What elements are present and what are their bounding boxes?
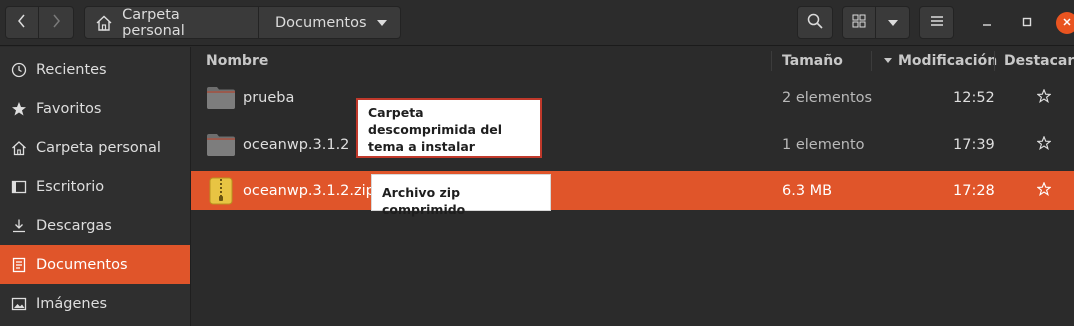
callout-extracted-folder: Carpeta descomprimida del tema a instala… xyxy=(356,98,542,158)
sidebar-item-recientes[interactable]: Recientes xyxy=(0,50,190,89)
sidebar: Recientes Favoritos Carpeta personal Esc… xyxy=(0,47,191,326)
chevron-left-icon xyxy=(17,13,27,33)
main-menu-button[interactable] xyxy=(919,6,954,39)
star-toggle[interactable] xyxy=(1036,171,1052,210)
grid-view-icon xyxy=(852,14,866,32)
maximize-icon xyxy=(1022,15,1032,31)
image-icon xyxy=(10,295,28,313)
star-outline-icon xyxy=(1036,87,1052,107)
file-size: 2 elementos xyxy=(782,89,873,106)
file-size: 6.3 MB xyxy=(782,182,833,199)
desktop-icon xyxy=(10,178,28,196)
sidebar-item-favoritos[interactable]: Favoritos xyxy=(0,89,190,128)
file-row-oceanwp-folder[interactable]: oceanwp.3.1.2 1 elemento 17:39 xyxy=(191,125,1074,164)
star-toggle[interactable] xyxy=(1036,125,1052,164)
close-icon xyxy=(1062,15,1072,31)
breadcrumb-documentos-label: Documentos xyxy=(275,14,367,31)
sidebar-item-documentos[interactable]: Documentos xyxy=(0,245,190,284)
file-list: Nombre Tamaño Modificación Destacar prue… xyxy=(191,47,1074,326)
breadcrumb-home-label: Carpeta personal xyxy=(122,6,185,39)
callout-zip-archive: Archivo zip comprimido xyxy=(371,174,551,217)
back-button[interactable] xyxy=(5,6,39,39)
clock-icon xyxy=(10,61,28,79)
sidebar-item-label: Imágenes xyxy=(36,295,108,312)
sidebar-item-label: Recientes xyxy=(36,61,107,78)
sort-descending-icon xyxy=(883,57,893,64)
file-name: oceanwp.3.1.2.zip xyxy=(243,182,375,199)
file-row-prueba[interactable]: prueba 2 elementos 12:52 xyxy=(191,78,1074,117)
file-name: prueba xyxy=(243,89,295,106)
star-icon xyxy=(10,100,28,118)
search-icon xyxy=(807,13,823,33)
column-separator xyxy=(771,51,772,71)
sidebar-item-escritorio[interactable]: Escritorio xyxy=(0,167,190,206)
file-modified: 17:28 xyxy=(953,182,995,199)
star-toggle[interactable] xyxy=(1036,78,1052,117)
column-separator xyxy=(871,51,872,71)
document-icon xyxy=(10,256,28,274)
file-modified: 12:52 xyxy=(953,89,995,106)
dropdown-arrow-icon xyxy=(376,15,388,31)
sidebar-item-label: Favoritos xyxy=(36,100,102,117)
column-header-size[interactable]: Tamaño xyxy=(782,47,843,74)
view-options-button[interactable] xyxy=(876,6,910,39)
breadcrumb-documentos[interactable]: Documentos xyxy=(259,6,401,39)
close-button[interactable] xyxy=(1056,12,1074,34)
file-size: 1 elemento xyxy=(782,136,865,153)
sidebar-item-label: Descargas xyxy=(36,217,112,234)
column-header-modified[interactable]: Modificación xyxy=(883,47,997,74)
chevron-right-icon xyxy=(51,13,61,33)
folder-icon xyxy=(206,133,236,157)
breadcrumb: Carpeta personal Documentos xyxy=(84,6,401,39)
file-modified: 17:39 xyxy=(953,136,995,153)
sidebar-item-imagenes[interactable]: Imágenes xyxy=(0,284,190,323)
minimize-icon xyxy=(982,15,992,31)
forward-button[interactable] xyxy=(39,6,74,39)
sidebar-item-label: Carpeta personal xyxy=(36,139,161,156)
star-outline-icon xyxy=(1036,134,1052,154)
folder-icon xyxy=(206,86,236,110)
header-bar: Carpeta personal Documentos xyxy=(0,0,1074,46)
maximize-button[interactable] xyxy=(1016,12,1038,34)
sidebar-item-label: Documentos xyxy=(36,256,128,273)
breadcrumb-home[interactable]: Carpeta personal xyxy=(84,6,259,39)
file-name: oceanwp.3.1.2 xyxy=(243,136,350,153)
sidebar-item-descargas[interactable]: Descargas xyxy=(0,206,190,245)
minimize-button[interactable] xyxy=(976,12,998,34)
column-header-modified-label: Modificación xyxy=(898,52,998,69)
view-mode-button[interactable] xyxy=(842,6,876,39)
download-icon xyxy=(10,217,28,235)
search-button[interactable] xyxy=(797,6,833,39)
home-icon xyxy=(10,139,28,157)
home-icon xyxy=(93,12,114,34)
column-header-name[interactable]: Nombre xyxy=(206,47,268,74)
sidebar-item-label: Escritorio xyxy=(36,178,105,195)
column-separator xyxy=(994,51,995,71)
file-row-oceanwp-zip[interactable]: oceanwp.3.1.2.zip 6.3 MB 17:28 xyxy=(191,171,1074,210)
sidebar-item-carpeta-personal[interactable]: Carpeta personal xyxy=(0,128,190,167)
zip-archive-icon xyxy=(209,177,233,205)
hamburger-menu-icon xyxy=(930,15,944,31)
star-outline-icon xyxy=(1036,180,1052,200)
column-header-starred[interactable]: Destacar xyxy=(1004,47,1074,74)
dropdown-arrow-icon xyxy=(887,15,899,31)
